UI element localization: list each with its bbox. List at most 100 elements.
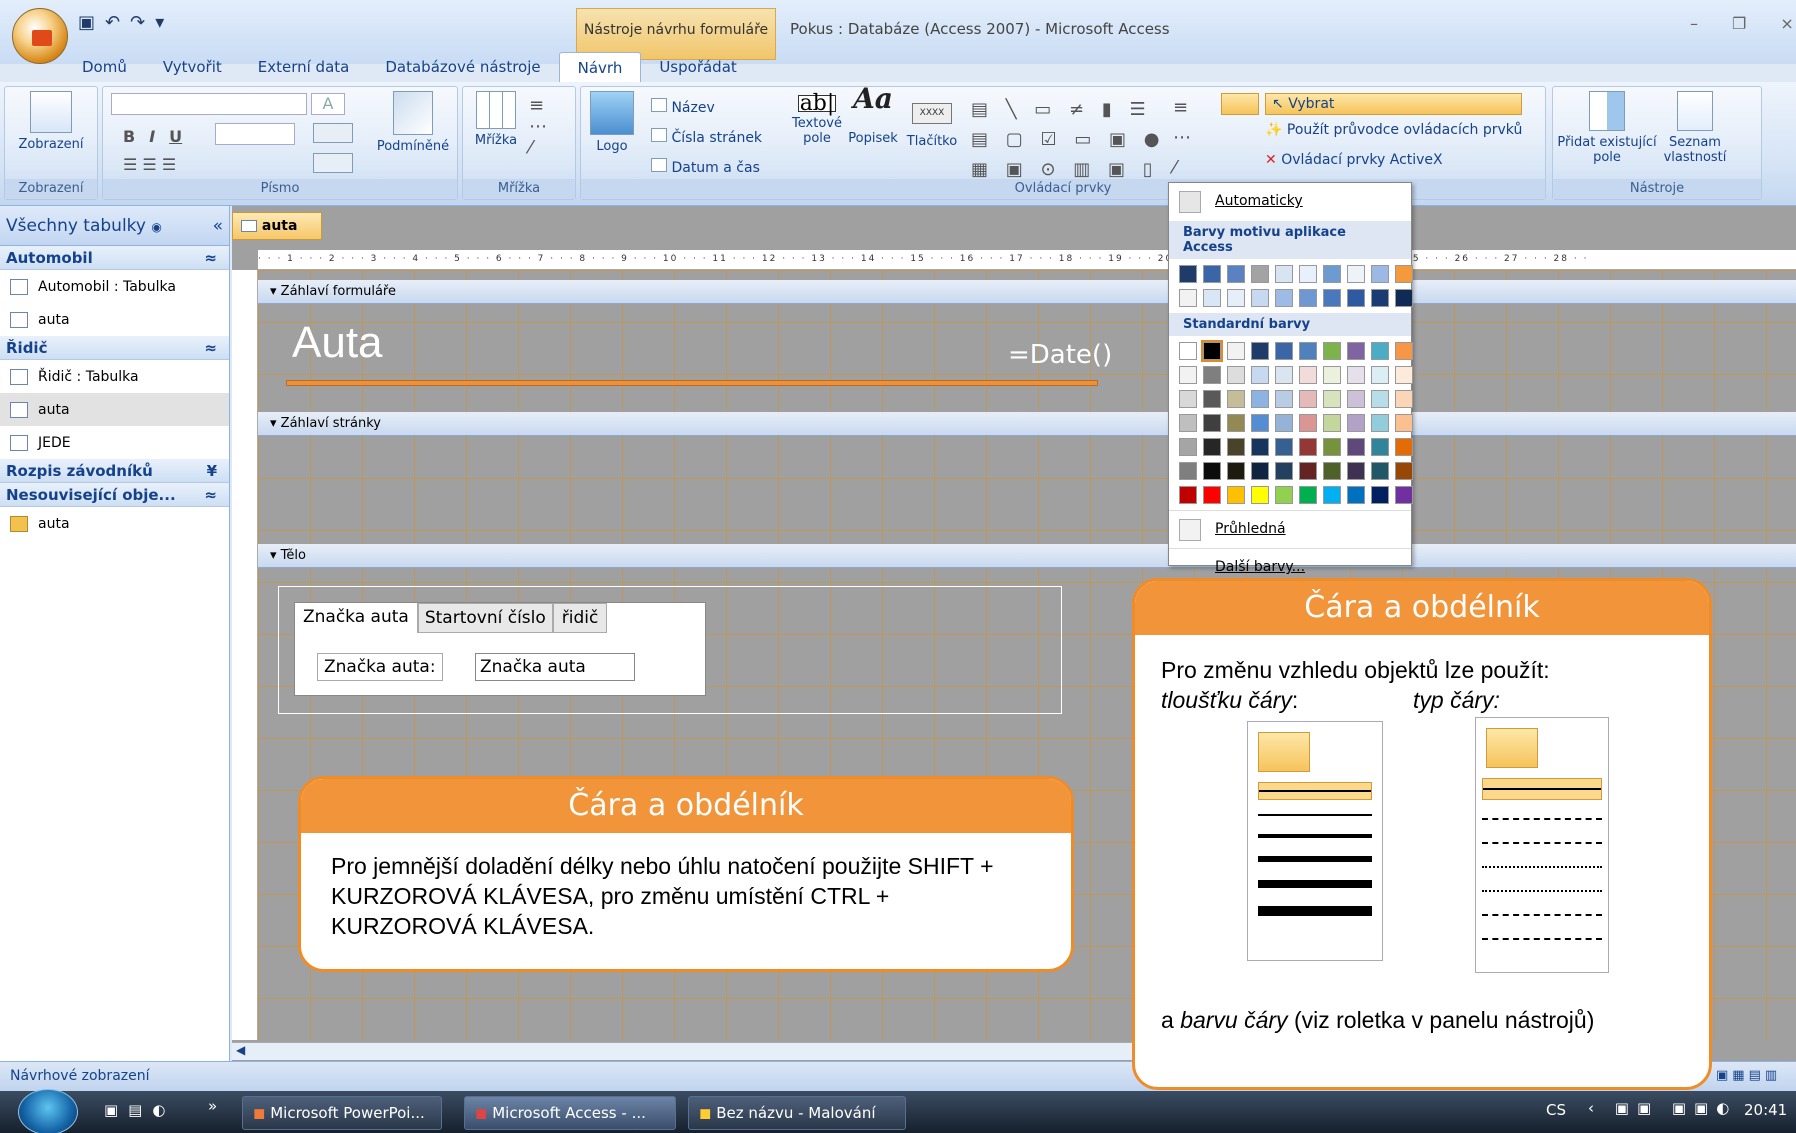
color-swatch[interactable] (1251, 342, 1269, 360)
color-swatch[interactable] (1323, 265, 1341, 283)
color-swatch[interactable] (1203, 390, 1221, 408)
nav-item-auta[interactable]: auta (0, 303, 229, 336)
italic-button[interactable]: I (149, 127, 155, 146)
color-swatch[interactable] (1371, 289, 1389, 307)
color-swatch[interactable] (1395, 462, 1413, 480)
view-switcher-icons[interactable]: ▣▦▤▥ (1716, 1068, 1781, 1083)
color-swatch[interactable] (1179, 390, 1197, 408)
color-swatch[interactable] (1179, 414, 1197, 432)
color-swatch[interactable] (1347, 414, 1365, 432)
color-swatch[interactable] (1227, 366, 1245, 384)
color-swatch[interactable] (1299, 486, 1317, 504)
color-swatch[interactable] (1203, 438, 1221, 456)
color-swatch[interactable] (1251, 289, 1269, 307)
taskbar-item-access[interactable]: ◼ Microsoft Access - ... (464, 1096, 676, 1130)
taskbar-item-powerpoint[interactable]: ◼ Microsoft PowerPoi... (242, 1096, 442, 1130)
color-swatch[interactable] (1275, 265, 1293, 283)
redo-icon[interactable]: ↷ (130, 12, 145, 33)
date-field[interactable]: =Date() (1008, 340, 1112, 370)
property-sheet-button[interactable]: Seznam vlastností (1657, 91, 1733, 165)
color-swatch[interactable] (1323, 486, 1341, 504)
font-color-button[interactable]: A (311, 93, 345, 115)
nav-group-automobil[interactable]: Automobil ≈ (0, 246, 229, 270)
color-swatch[interactable] (1179, 486, 1197, 504)
color-swatch[interactable] (1299, 366, 1317, 384)
controls-gallery[interactable]: ▤ ╲ ▭ ≠ ▮ ☰ ▤ ▢ ☑ ▭ ▣ ● ▦ ▣ ⊙ ▥ ▣ ▯ (971, 95, 1165, 185)
color-swatch[interactable] (1227, 342, 1245, 360)
color-swatch[interactable] (1227, 462, 1245, 480)
add-existing-fields-button[interactable]: Přidat existující pole (1557, 91, 1657, 165)
color-swatch[interactable] (1275, 390, 1293, 408)
clock[interactable]: 20:41 (1744, 1101, 1787, 1119)
color-swatch[interactable] (1371, 438, 1389, 456)
align-buttons[interactable]: ☰ ☰ ☰ (123, 155, 176, 174)
color-swatch[interactable] (1395, 342, 1413, 360)
color-swatch[interactable] (1395, 366, 1413, 384)
color-swatch[interactable] (1347, 390, 1365, 408)
color-swatch[interactable] (1227, 390, 1245, 408)
color-swatch[interactable] (1275, 486, 1293, 504)
color-swatch[interactable] (1203, 289, 1221, 307)
color-swatch[interactable] (1347, 265, 1365, 283)
activex-button[interactable]: ✕ Ovládací prvky ActiveX (1265, 145, 1522, 175)
textbox-button[interactable]: ab| Textové pole (787, 91, 847, 147)
color-swatch[interactable] (1251, 462, 1269, 480)
color-swatch[interactable] (1203, 366, 1221, 384)
tab-vytvorit[interactable]: Vytvořit (145, 52, 240, 82)
undo-icon[interactable]: ↶ (105, 12, 120, 33)
color-swatch[interactable] (1275, 462, 1293, 480)
tab-control[interactable]: Značka auta Startovní číslo řidič Značka… (294, 602, 706, 696)
color-swatch[interactable] (1275, 342, 1293, 360)
color-swatch[interactable] (1347, 486, 1365, 504)
form-tab-ridic[interactable]: řidič (552, 603, 608, 633)
color-swatch[interactable] (1251, 390, 1269, 408)
underline-button[interactable]: U (169, 127, 182, 146)
nav-group-ridic[interactable]: Řidič ≈ (0, 336, 229, 360)
color-swatch[interactable] (1299, 462, 1317, 480)
line-style-icon[interactable]: ≡ ⋯ ⁄ (529, 95, 569, 165)
quick-launch-more-icon[interactable]: » (208, 1097, 217, 1115)
color-swatch[interactable] (1371, 366, 1389, 384)
color-swatch[interactable] (1251, 265, 1269, 283)
nav-header[interactable]: Všechny tabulky ◉ « (0, 206, 229, 246)
nav-item-automobil-tabulka[interactable]: Automobil : Tabulka (0, 270, 229, 303)
color-swatch[interactable] (1323, 342, 1341, 360)
color-swatch[interactable] (1251, 414, 1269, 432)
color-swatch[interactable] (1347, 342, 1365, 360)
color-swatch[interactable] (1371, 486, 1389, 504)
color-swatch[interactable] (1251, 366, 1269, 384)
tab-navrh[interactable]: Návrh (558, 52, 642, 82)
color-swatch[interactable] (1347, 462, 1365, 480)
color-swatch[interactable] (1203, 462, 1221, 480)
color-swatch[interactable] (1275, 414, 1293, 432)
conditional-format-button[interactable]: Podmíněné (373, 91, 453, 154)
color-swatch[interactable] (1299, 289, 1317, 307)
color-swatch[interactable] (1227, 414, 1245, 432)
color-swatch[interactable] (1299, 438, 1317, 456)
color-swatch[interactable] (1227, 265, 1245, 283)
color-swatch[interactable] (1371, 342, 1389, 360)
color-swatch[interactable] (1395, 486, 1413, 504)
color-swatch[interactable] (1347, 289, 1365, 307)
nav-item-auta-report[interactable]: auta (0, 507, 229, 540)
scroll-left-icon[interactable]: ◀ (236, 1043, 245, 1057)
color-swatch[interactable] (1179, 438, 1197, 456)
color-swatch[interactable] (1299, 342, 1317, 360)
textbox-znacka[interactable]: Značka auta (475, 653, 635, 681)
tray-icons[interactable]: ‹ ▣▣ ▣▣◐ (1588, 1099, 1737, 1117)
form-tab-startovni[interactable]: Startovní číslo (417, 603, 553, 633)
tab-usporadat[interactable]: Uspořádat (641, 52, 754, 82)
color-swatch[interactable] (1203, 414, 1221, 432)
minimize-button[interactable]: – (1690, 14, 1698, 33)
customize-qat-icon[interactable]: ▾ (155, 12, 164, 33)
section-form-header[interactable]: ▾ Záhlaví formuláře (258, 280, 1796, 304)
gridlines-button[interactable]: Mřížka (469, 91, 523, 148)
color-swatch[interactable] (1395, 414, 1413, 432)
restore-button[interactable]: ❐ (1732, 14, 1746, 33)
nav-item-jede[interactable]: JEDE (0, 426, 229, 459)
view-button[interactable]: Zobrazení (13, 91, 89, 152)
color-swatch[interactable] (1371, 265, 1389, 283)
color-swatch[interactable] (1323, 289, 1341, 307)
color-swatch[interactable] (1395, 265, 1413, 283)
nav-group-nesouvisejici[interactable]: Nesouvisející obje... ≈ (0, 483, 229, 507)
